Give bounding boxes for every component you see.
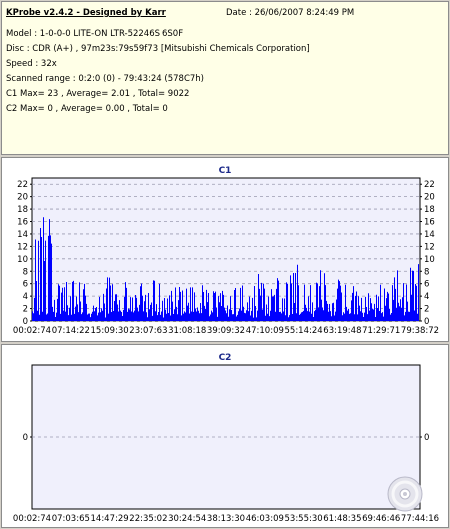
y-tick-label: 22 [17,180,28,190]
scanned-range: Scanned range : 0:2:0 (0) - 79:43:24 (57… [6,74,204,84]
app-title: KProbe v2.4.2 - Designed by Karr [6,8,166,18]
y-tick-label: 2 [23,305,28,315]
x-tick-label: 07:03:65 [52,514,90,524]
x-tick-label: 71:29:71 [362,326,400,336]
y-tick-label: 8 [23,267,28,277]
cd-disc-icon [387,476,423,512]
x-tick-label: 22:35:02 [129,514,167,524]
scan-speed: Speed : 32x [6,59,57,69]
y-tick-label: 0 [23,433,28,443]
y-tick-label: 20 [17,193,28,203]
y-tick-label-right: 14 [424,230,435,240]
y-tick-label: 10 [17,255,28,265]
x-tick-label: 07:14:22 [52,326,90,336]
drive-model: Model : 1-0-0-0 LITE-ON LTR-52246S [6,29,161,39]
x-tick-label: 55:14:24 [285,326,323,336]
x-tick-label: 63:19:48 [323,326,361,336]
x-tick-label: 53:55:30 [285,514,323,524]
x-tick-label: 31:08:18 [168,326,206,336]
y-tick-label: 6 [23,280,28,290]
y-tick-label-right: 0 [424,433,429,443]
y-tick-label-right: 16 [424,218,435,228]
y-tick-label: 14 [17,230,28,240]
x-tick-label: 00:02:74 [13,514,51,524]
x-tick-label: 39:09:32 [207,326,245,336]
drive-firmware: 6S0F [162,29,184,39]
x-tick-label: 00:02:74 [13,326,51,336]
y-tick-label: 18 [17,205,28,215]
x-tick-label: 79:38:72 [401,326,439,336]
x-tick-label: 38:13:30 [207,514,245,524]
disc-info: Disc : CDR (A+) , 97m23s:79s59f73 [Mitsu… [6,44,310,54]
y-tick-label: 16 [17,218,28,228]
y-tick-label-right: 20 [424,193,435,203]
y-tick-label-right: 8 [424,267,429,277]
x-tick-label: 47:10:09 [246,326,284,336]
y-tick-label-right: 10 [424,255,435,265]
c2-chart-panel: C2 0 0 00:02:74 07:03:65 14:47:29 22:35:02 30:… [1,344,449,528]
y-tick-label-right: 6 [424,280,429,290]
x-tick-label: 15:09:30 [91,326,129,336]
c1-summary: C1 Max= 23 , Average= 2.01 , Total= 9022 [6,89,190,99]
x-tick-label: 77:44:16 [401,514,439,524]
c2-summary: C2 Max= 0 , Average= 0.00 , Total= 0 [6,104,168,114]
x-tick-label: 46:03:09 [246,514,284,524]
c1-chart-panel: C1 0 0 2 2 4 4 6 6 8 8 10 10 12 12 14 14 16 16 18 18 20 20 22 2… [1,157,449,342]
disc-info-panel: KProbe v2.4.2 - Designed by Karr Date : … [1,1,449,155]
y-tick-label-right: 2 [424,305,429,315]
c1-chart: 0 02 24 46 68 810 1012 1214 1416 1618 1820 2022 2200… [13,177,439,336]
c2-chart: 0 0 00:02:74 07:03:65 14:47:29 22:35:02 30:24:… [13,364,439,524]
y-tick-label: 4 [23,292,28,302]
y-tick-label: 12 [17,242,28,252]
scan-date: Date : 26/06/2007 8:24:49 PM [226,8,355,18]
y-tick-label-right: 12 [424,242,435,252]
y-tick-label-right: 18 [424,205,435,215]
x-tick-label: 61:48:35 [323,514,361,524]
x-tick-label: 14:47:29 [91,514,129,524]
x-tick-label: 23:07:63 [129,326,167,336]
x-tick-label: 69:46:46 [362,514,400,524]
y-tick-label-right: 22 [424,180,435,190]
x-tick-label: 30:24:54 [168,514,206,524]
y-tick-label-right: 4 [424,292,429,302]
